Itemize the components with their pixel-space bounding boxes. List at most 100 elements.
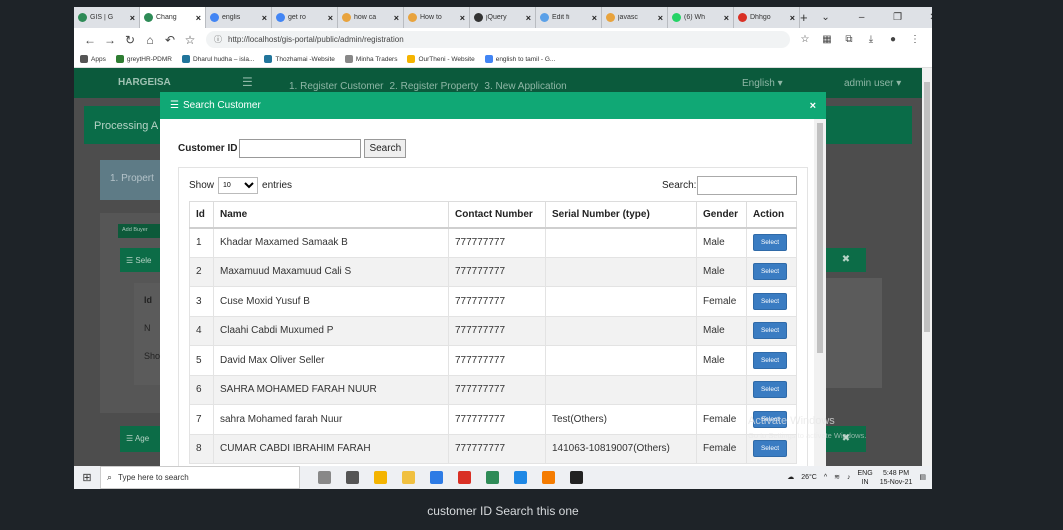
star-icon[interactable]: ☆ xyxy=(180,33,200,47)
browser-tab[interactable]: How to × xyxy=(404,7,470,28)
select-customer-button[interactable]: Select xyxy=(753,292,787,310)
browser-tab[interactable]: jQuery × xyxy=(470,7,536,28)
language-selector[interactable]: English ▾ xyxy=(742,78,783,89)
taskbar-app-icon[interactable] xyxy=(422,466,450,489)
undo-icon[interactable]: ↶ xyxy=(160,33,180,47)
browser-tab[interactable]: englis × xyxy=(206,7,272,28)
page-scrollbar[interactable] xyxy=(922,68,932,466)
minimize-icon[interactable]: – xyxy=(844,7,880,28)
col-action[interactable]: Action xyxy=(746,201,797,229)
maximize-icon[interactable]: ❐ xyxy=(880,7,916,28)
bookmark-item[interactable]: Minha Traders xyxy=(344,55,397,63)
browser-tab[interactable]: javasc × xyxy=(602,7,668,28)
select-customer-button[interactable]: Select xyxy=(753,351,787,369)
reload-icon[interactable]: ↻ xyxy=(120,33,140,47)
col-name[interactable]: Name xyxy=(213,201,449,229)
new-tab-button[interactable]: + xyxy=(800,7,808,28)
notification-icon[interactable]: ▤ xyxy=(919,473,926,482)
col-gender[interactable]: Gender xyxy=(696,201,747,229)
taskbar-app-icon[interactable] xyxy=(310,466,338,489)
profile-icon[interactable]: ● xyxy=(882,34,904,45)
more-menu-icon[interactable]: ⋮ xyxy=(904,34,926,45)
download-icon[interactable]: ⤓ xyxy=(860,34,882,45)
forward-icon[interactable]: → xyxy=(100,33,120,47)
taskbar-app-icon[interactable] xyxy=(450,466,478,489)
taskbar-app-icon[interactable] xyxy=(534,466,562,489)
table-search-input[interactable] xyxy=(697,176,798,195)
weather-icon[interactable]: ☁ xyxy=(787,473,794,482)
tab-close-icon[interactable]: × xyxy=(196,13,201,23)
menu-register-customer[interactable]: 1. Register Customer xyxy=(289,81,383,92)
browser-tab[interactable]: GIS | G × xyxy=(74,7,140,28)
clock[interactable]: 5:48 PM 15-Nov-21 xyxy=(880,469,913,487)
taskbar-app-icon[interactable] xyxy=(366,466,394,489)
col-contact[interactable]: Contact Number xyxy=(448,201,546,229)
bookmark-item[interactable]: Apps xyxy=(80,55,106,63)
hamburger-icon[interactable]: ☰ xyxy=(242,75,253,89)
browser-tab[interactable]: Dhhgo × xyxy=(734,7,800,28)
select-customer-button[interactable]: Select xyxy=(753,322,787,340)
tab-close-icon[interactable]: × xyxy=(526,13,531,23)
bookmark-item[interactable]: greytHR-PDMR xyxy=(115,55,172,63)
taskbar-app-icon[interactable] xyxy=(478,466,506,489)
tab-close-icon[interactable]: × xyxy=(262,13,267,23)
tray-chevron-icon[interactable]: ^ xyxy=(824,473,827,482)
close-icon[interactable]: ✕ xyxy=(916,7,932,28)
menu-new-application[interactable]: 3. New Application xyxy=(484,81,566,92)
taskbar-search[interactable]: ⌕ Type here to search xyxy=(100,466,300,489)
bookmark-item[interactable]: Dharul hudha – isla... xyxy=(181,55,254,63)
tab-close-icon[interactable]: × xyxy=(394,13,399,23)
info-icon[interactable]: ⓘ xyxy=(214,34,222,45)
bookmark-star-icon[interactable]: ☆ xyxy=(794,34,816,45)
tab-close-icon[interactable]: × xyxy=(130,13,135,23)
select-customer-button[interactable]: Select xyxy=(753,381,787,399)
tab-close-icon[interactable]: × xyxy=(724,13,729,23)
network-icon[interactable]: ≋ xyxy=(834,473,840,482)
tab-close-icon[interactable]: × xyxy=(592,13,597,23)
col-serial[interactable]: Serial Number (type) xyxy=(545,201,697,229)
tab-close-icon[interactable]: × xyxy=(328,13,333,23)
chevron-down-icon[interactable]: ⌄ xyxy=(808,7,844,28)
select-customer-button[interactable]: Select xyxy=(753,234,787,251)
menu-register-property[interactable]: 2. Register Property xyxy=(389,81,478,92)
bookmark-item[interactable]: OurTheni - Website xyxy=(407,55,475,63)
panel-close-icon[interactable]: ✖ xyxy=(826,248,866,272)
browser-tab[interactable]: get ro × xyxy=(272,7,338,28)
lang-indicator[interactable]: ENG IN xyxy=(858,469,873,487)
modal-close-button[interactable]: × xyxy=(810,100,816,112)
customer-search-button[interactable]: Search xyxy=(364,139,407,158)
taskbar-app-icon[interactable] xyxy=(506,466,534,489)
tab-close-icon[interactable]: × xyxy=(460,13,465,23)
bookmark-item[interactable]: english to tamil - G... xyxy=(484,55,555,63)
cell-name: Cuse Moxid Yusuf B xyxy=(213,286,449,317)
volume-icon[interactable]: ♪ xyxy=(847,473,851,482)
browser-tab[interactable]: Edit fi × xyxy=(536,7,602,28)
browser-tab[interactable]: Chang × xyxy=(140,7,206,28)
entries-select[interactable]: 10 xyxy=(218,177,259,194)
tab-close-icon[interactable]: × xyxy=(658,13,663,23)
extensions-icon[interactable]: ▦ xyxy=(816,34,838,45)
tab-search-icon[interactable]: ⧉ xyxy=(838,34,860,45)
select-customer-button[interactable]: Select xyxy=(753,440,787,458)
user-menu[interactable]: admin user ▾ xyxy=(844,78,901,89)
bookmark-item[interactable]: Thozhamai -Website xyxy=(264,55,335,63)
tab-close-icon[interactable]: × xyxy=(790,13,795,23)
taskbar-app-icon[interactable] xyxy=(562,466,590,489)
modal-scrollbar[interactable] xyxy=(814,119,826,466)
temperature[interactable]: 26°C xyxy=(801,473,817,482)
windows-start-icon[interactable]: ⊞ xyxy=(74,471,100,484)
url-field[interactable]: ⓘ http://localhost/gis-portal/public/adm… xyxy=(206,31,790,48)
back-icon[interactable]: ← xyxy=(80,33,100,47)
cell-contact: 777777777 xyxy=(448,345,546,376)
browser-tab[interactable]: how ca × xyxy=(338,7,404,28)
col-id[interactable]: Id xyxy=(189,201,214,229)
home-icon[interactable]: ⌂ xyxy=(140,33,160,47)
taskbar-app-icon[interactable] xyxy=(394,466,422,489)
customer-id-input[interactable] xyxy=(239,139,362,158)
modal-scrollbar-thumb[interactable] xyxy=(817,123,823,353)
select-customer-button[interactable]: Select xyxy=(753,263,787,281)
browser-tab[interactable]: (6) Wh × xyxy=(668,7,734,28)
add-buyer-button[interactable]: Add Buyer xyxy=(118,224,162,238)
scrollbar-thumb[interactable] xyxy=(924,82,930,332)
taskbar-app-icon[interactable] xyxy=(338,466,366,489)
